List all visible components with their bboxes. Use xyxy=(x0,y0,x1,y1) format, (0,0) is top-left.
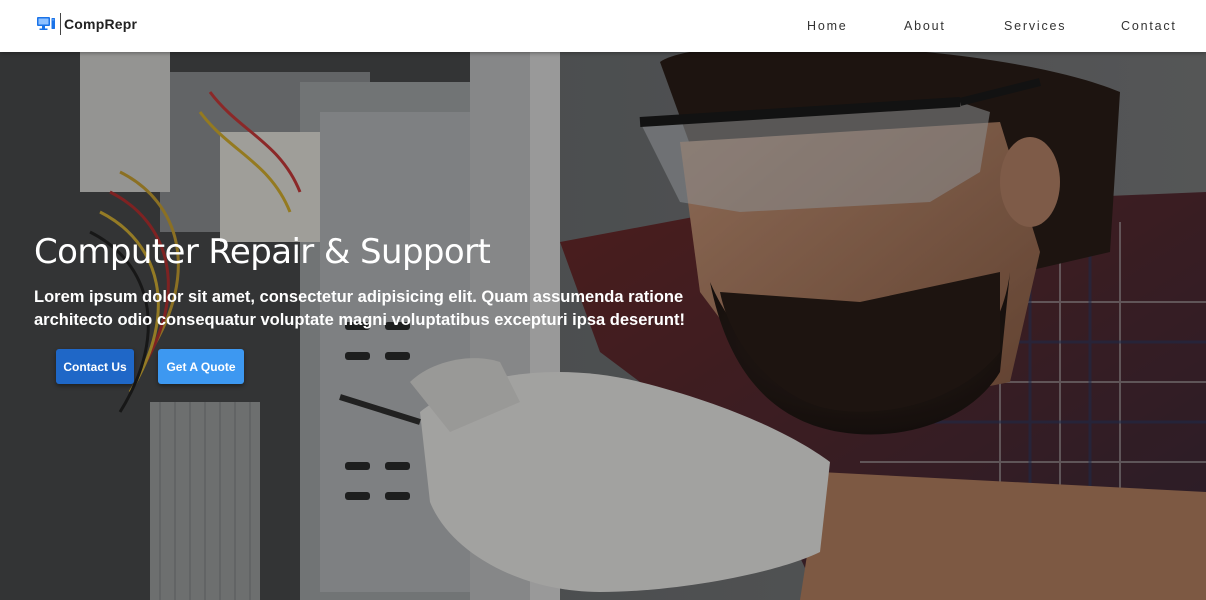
nav-link-home[interactable]: Home xyxy=(807,19,848,33)
hero-section: Computer Repair & Support Lorem ipsum do… xyxy=(0,52,1206,600)
computer-monitor-icon xyxy=(37,17,55,30)
nav-link-services[interactable]: Services xyxy=(1004,19,1066,33)
get-a-quote-button[interactable]: Get A Quote xyxy=(158,349,244,384)
nav-link-contact[interactable]: Contact xyxy=(1121,19,1177,33)
brand-divider xyxy=(60,13,61,35)
contact-us-button[interactable]: Contact Us xyxy=(56,349,134,384)
brand-name: CompRepr xyxy=(64,16,138,32)
brand-logo[interactable]: CompRepr xyxy=(36,12,137,36)
navbar: CompRepr Home About Services Contact xyxy=(0,0,1206,52)
hero-title: Computer Repair & Support xyxy=(34,232,491,272)
page: CompRepr Home About Services Contact Com… xyxy=(0,0,1206,600)
nav-link-about[interactable]: About xyxy=(904,19,946,33)
hero-content: Computer Repair & Support Lorem ipsum do… xyxy=(34,232,714,384)
hero-description: Lorem ipsum dolor sit amet, consectetur … xyxy=(34,288,685,329)
